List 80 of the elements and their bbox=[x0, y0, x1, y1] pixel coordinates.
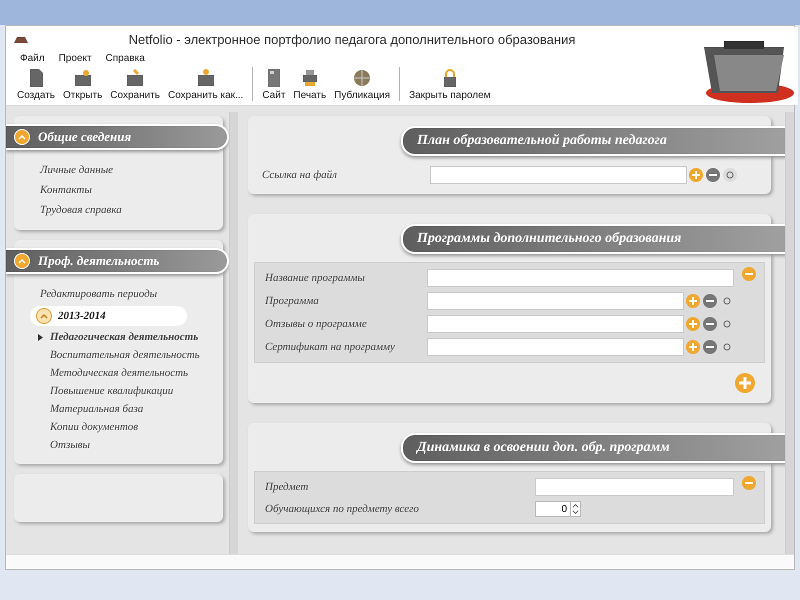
field-label: Сертификат на программу bbox=[265, 341, 396, 353]
section-title: Программы дополнительного образования bbox=[401, 224, 787, 254]
toolbar-button[interactable]: Сохранить как... bbox=[165, 68, 246, 101]
toolbar-button[interactable]: Сайт bbox=[259, 68, 288, 101]
input-field[interactable] bbox=[427, 315, 684, 333]
spinner-arrows-icon[interactable] bbox=[571, 501, 581, 517]
field-label: Обучающихся по предмету всего bbox=[265, 503, 420, 515]
sidebar-link[interactable]: Методическая деятельность bbox=[14, 364, 223, 382]
scrollbar[interactable] bbox=[785, 112, 794, 554]
minus-icon bbox=[706, 343, 714, 351]
add-button[interactable] bbox=[735, 373, 755, 393]
input-field[interactable] bbox=[430, 166, 687, 184]
plus-icon bbox=[689, 297, 697, 305]
collapse-icon bbox=[36, 308, 52, 324]
menu-item[interactable]: Файл bbox=[20, 53, 45, 64]
scrollbar[interactable] bbox=[229, 112, 238, 554]
field-label: Предмет bbox=[265, 481, 310, 493]
section-title: План образовательной работы педагога bbox=[401, 126, 787, 156]
input-field[interactable] bbox=[427, 269, 734, 287]
document-icon bbox=[27, 68, 45, 88]
minus-icon bbox=[709, 171, 717, 179]
input-field[interactable] bbox=[427, 292, 684, 310]
minus-icon bbox=[706, 297, 714, 305]
field-label: Название программы bbox=[265, 272, 366, 284]
selection-arrow-icon bbox=[38, 334, 43, 340]
folder-icon bbox=[74, 68, 92, 88]
sidebar-link[interactable]: Отзывы bbox=[14, 436, 223, 454]
app-icon bbox=[14, 35, 28, 43]
collapse-icon bbox=[14, 253, 30, 269]
sidebar-link[interactable]: Повышение квалификации bbox=[14, 382, 223, 400]
add-button[interactable] bbox=[686, 317, 700, 331]
plus-icon bbox=[739, 377, 751, 389]
remove-button[interactable] bbox=[703, 294, 717, 308]
input-field[interactable] bbox=[427, 338, 684, 356]
sidebar-link[interactable]: Редактировать периоды bbox=[14, 284, 223, 304]
reset-button[interactable] bbox=[723, 168, 737, 182]
field-label: Программа bbox=[265, 295, 320, 307]
add-button[interactable] bbox=[686, 294, 700, 308]
remove-button[interactable] bbox=[703, 340, 717, 354]
sidebar-link[interactable]: Воспитательная деятельность bbox=[14, 346, 223, 364]
section-header[interactable]: Общие сведения bbox=[6, 124, 229, 150]
plus-icon bbox=[689, 320, 697, 328]
window-title: Netfolio - электронное портфолио педагога дополнительного образования bbox=[128, 32, 576, 46]
field-label: Ссылка на файл bbox=[262, 169, 338, 181]
toolbar-button[interactable]: Печать bbox=[290, 68, 330, 101]
toolbar-button[interactable]: Закрыть паролем bbox=[406, 68, 494, 101]
sidebar-link[interactable]: Личные данные bbox=[14, 160, 223, 180]
remove-button[interactable] bbox=[706, 168, 720, 182]
period-header[interactable]: 2013-2014 bbox=[30, 306, 187, 326]
minus-icon bbox=[745, 270, 753, 278]
remove-group-button[interactable] bbox=[742, 476, 756, 490]
toolbar-button[interactable]: Сохранить bbox=[107, 68, 163, 101]
section-title: Динамика в освоении доп. обр. программ bbox=[401, 433, 787, 463]
toolbar-button[interactable]: Открыть bbox=[60, 68, 106, 101]
printer-icon bbox=[300, 68, 319, 88]
toolbar-button[interactable]: Создать bbox=[14, 68, 58, 101]
folder-icon bbox=[126, 68, 144, 88]
sidebar-link[interactable]: Материальная база bbox=[14, 400, 223, 418]
add-button[interactable] bbox=[686, 340, 700, 354]
section-header[interactable]: Проф. деятельность bbox=[6, 248, 229, 274]
collapse-icon bbox=[14, 129, 30, 145]
add-button[interactable] bbox=[689, 168, 703, 182]
field-label: Отзывы о программе bbox=[265, 318, 368, 330]
sidebar-link[interactable]: Трудовая справка bbox=[14, 200, 223, 220]
globe-icon bbox=[353, 68, 372, 88]
plus-icon bbox=[689, 343, 697, 351]
minus-icon bbox=[745, 479, 753, 487]
menu-item[interactable]: Справка bbox=[106, 53, 145, 64]
plus-icon bbox=[692, 171, 700, 179]
folder-icon bbox=[196, 68, 215, 88]
input-field[interactable] bbox=[535, 478, 734, 496]
remove-group-button[interactable] bbox=[742, 267, 756, 281]
sidebar-link[interactable]: Контакты bbox=[14, 180, 223, 200]
remove-button[interactable] bbox=[703, 317, 717, 331]
toolbar-button[interactable]: Публикация bbox=[331, 68, 394, 101]
menu-item[interactable]: Проект bbox=[58, 53, 92, 64]
sidebar-link[interactable]: Копии документов bbox=[14, 418, 223, 436]
number-field[interactable]: 0 bbox=[535, 501, 571, 517]
minus-icon bbox=[706, 320, 714, 328]
sidebar-link[interactable]: Педагогическая деятельность bbox=[14, 328, 223, 346]
